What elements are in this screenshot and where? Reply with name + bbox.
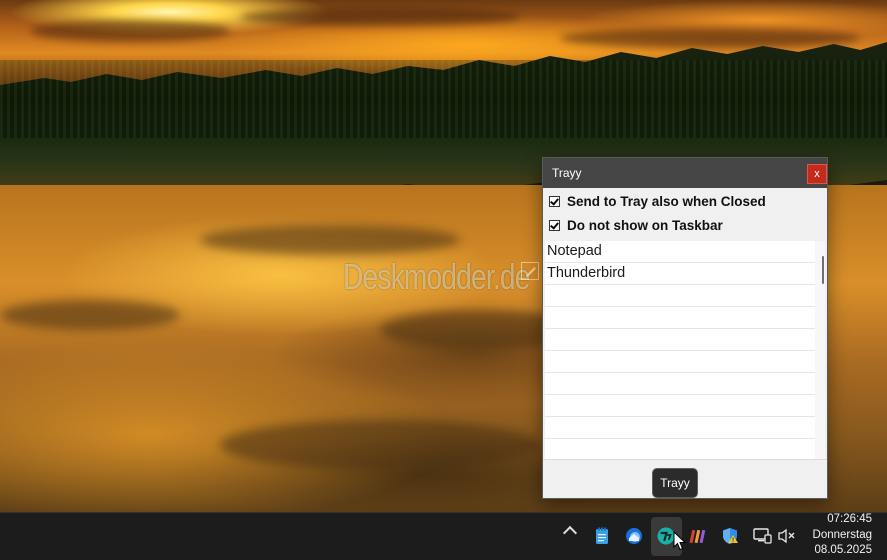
list-row-empty[interactable] xyxy=(545,417,815,439)
list-row-empty[interactable] xyxy=(545,285,815,307)
list-row-empty[interactable] xyxy=(545,329,815,351)
wallpaper-forest-texture xyxy=(0,60,887,140)
list-row-empty[interactable] xyxy=(545,439,815,459)
wallpaper-lake-streak xyxy=(200,225,460,255)
hide-taskbar-checkbox[interactable] xyxy=(549,219,560,231)
volume-muted-icon[interactable] xyxy=(776,525,798,547)
window-title: Trayy xyxy=(552,166,582,180)
list-row-empty[interactable] xyxy=(545,307,815,329)
footer-divider xyxy=(543,459,827,460)
watermark-edit-icon xyxy=(521,262,539,280)
wallpaper-lake-streak xyxy=(220,420,540,470)
send-to-tray-label: Send to Tray also when Closed xyxy=(567,193,766,209)
wallpaper-lake-streak xyxy=(0,300,180,330)
network-icon[interactable] xyxy=(751,525,773,547)
wallpaper-cloud xyxy=(560,28,860,48)
option-send-to-tray-on-close[interactable]: Send to Tray also when Closed xyxy=(549,191,766,211)
list-scrollbar[interactable] xyxy=(815,241,825,459)
trayy-tooltip: Trayy xyxy=(652,468,698,498)
list-row-empty[interactable] xyxy=(545,373,815,395)
show-hidden-icons-chevron-icon[interactable] xyxy=(562,525,578,541)
option-hide-from-taskbar[interactable]: Do not show on Taskbar xyxy=(549,215,723,235)
list-row-empty[interactable] xyxy=(545,351,815,373)
thunderbird-icon[interactable] xyxy=(623,525,645,547)
send-to-tray-checkbox[interactable] xyxy=(549,195,560,207)
hide-taskbar-label: Do not show on Taskbar xyxy=(567,217,723,233)
window-titlebar[interactable]: Trayy x xyxy=(543,158,827,188)
clock-time[interactable]: 07:26:45 xyxy=(827,513,872,525)
trayy-window: Trayy x Send to Tray also when Closed Do… xyxy=(542,157,828,499)
watermark-text: Deskmodder.de xyxy=(343,256,530,297)
windows-security-icon[interactable] xyxy=(719,525,741,547)
close-button[interactable]: x xyxy=(807,164,827,184)
app-list[interactable]: Notepad Thunderbird xyxy=(545,241,825,459)
winrar-icon[interactable] xyxy=(687,525,709,547)
notepad-icon[interactable] xyxy=(591,525,613,547)
clock-day[interactable]: Donnerstag xyxy=(813,529,872,541)
wallpaper-cloud xyxy=(30,20,230,42)
list-row-empty[interactable] xyxy=(545,395,815,417)
scrollbar-thumb[interactable] xyxy=(822,256,824,284)
list-item[interactable]: Thunderbird xyxy=(545,263,815,285)
list-item[interactable]: Notepad xyxy=(545,241,815,263)
taskbar: 07:26:45 Donnerstag 08.05.2025 xyxy=(0,512,887,560)
clock-date[interactable]: 08.05.2025 xyxy=(814,544,872,556)
wallpaper-cloud xyxy=(240,8,520,26)
mouse-cursor-icon xyxy=(673,531,687,551)
